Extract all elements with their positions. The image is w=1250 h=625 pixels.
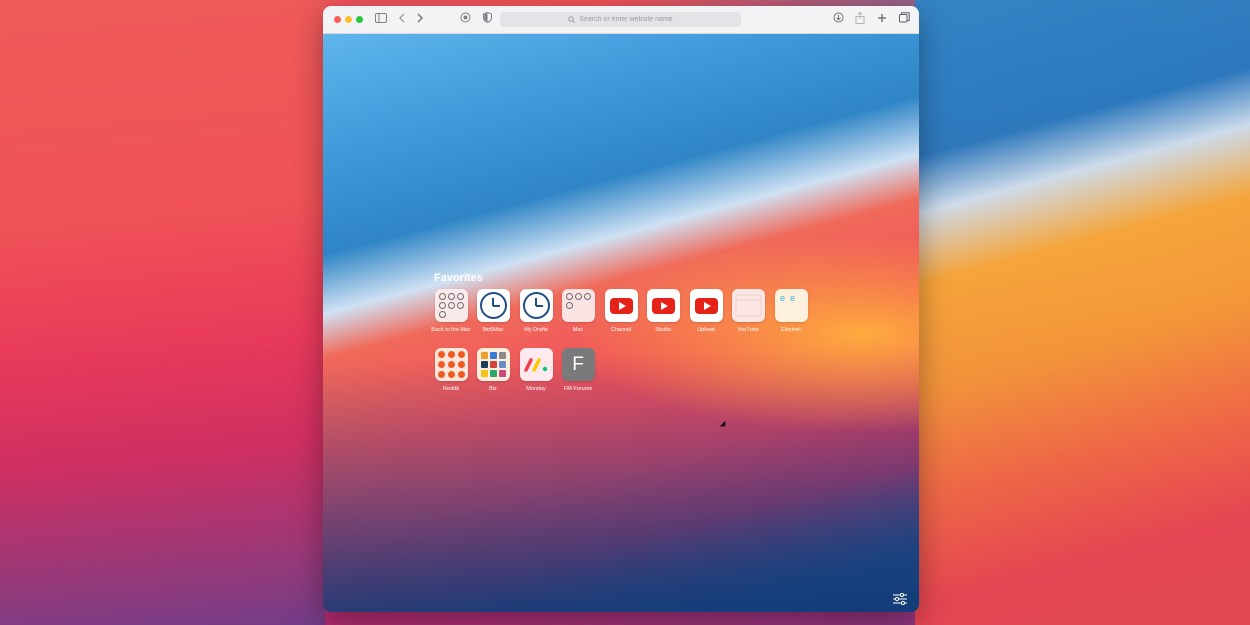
reddit-icon [434, 348, 468, 381]
letter-f-text: F [572, 353, 584, 375]
electrek-icon: e e [774, 289, 808, 322]
share-icon[interactable] [854, 11, 866, 26]
privacy-report-icon[interactable] [459, 12, 471, 26]
favorite-label: Electrek [781, 327, 801, 333]
settings-sliders-icon[interactable] [893, 592, 907, 606]
blank-page-icon [731, 289, 765, 322]
desktop-wallpaper-right [915, 0, 1250, 625]
youtube-icon [604, 289, 638, 322]
zoom-window-button[interactable] [356, 16, 363, 23]
back-chevron-icon[interactable] [397, 12, 407, 26]
browser-toolbar: Search or enter website name [323, 6, 919, 34]
clock-grid-icon [434, 289, 468, 322]
tab-overview-icon[interactable] [898, 12, 910, 26]
clock-grid-icon [561, 289, 595, 322]
favorites-heading: Favorites [434, 272, 483, 284]
address-bar[interactable]: Search or enter website name [500, 12, 741, 27]
safari-window: Search or enter website name Favorites B… [323, 6, 919, 612]
letter-f-icon: F [561, 348, 595, 381]
start-page: Favorites Back to the Mac 9to5Mac My Dra… [323, 34, 919, 612]
youtube-icon [646, 289, 680, 322]
desktop-wallpaper-left [0, 0, 325, 625]
downloads-icon[interactable] [832, 12, 844, 26]
svg-text:e: e [790, 293, 795, 303]
clock-icon [476, 289, 510, 322]
new-tab-plus-icon[interactable] [876, 12, 888, 26]
search-icon [568, 16, 576, 23]
close-window-button[interactable] [334, 16, 341, 23]
sidebar-toggle-icon[interactable] [374, 12, 388, 26]
favorite-electrek[interactable]: e e Electrek [766, 289, 816, 334]
shield-icon[interactable] [481, 11, 493, 26]
monday-icon [519, 348, 553, 381]
biz-grid-icon [476, 348, 510, 381]
minimize-window-button[interactable] [345, 16, 352, 23]
forward-chevron-icon[interactable] [415, 12, 425, 26]
svg-text:e: e [780, 293, 785, 303]
youtube-icon [689, 289, 723, 322]
favorite-label: FM Forums [563, 386, 593, 392]
address-bar-placeholder: Search or enter website name [579, 16, 673, 23]
favorite-fm-forums[interactable]: F FM Forums [553, 348, 603, 393]
clock-icon [519, 289, 553, 322]
